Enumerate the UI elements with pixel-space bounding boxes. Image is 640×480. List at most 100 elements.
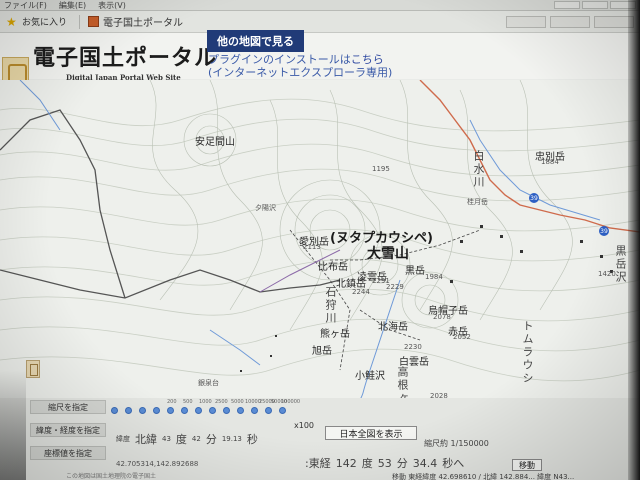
attribution-note: この地図は国土地理院の電子国土	[66, 473, 157, 480]
plugin-install-note: プラグインのインストールはこちら (インターネットエクスプローラ専用)	[208, 53, 392, 79]
second-goto-label: 秒へ	[442, 457, 465, 470]
page-title: 電子国土ポータル	[33, 46, 218, 71]
photo-shadow	[0, 370, 26, 480]
scale-step[interactable]	[181, 407, 188, 414]
latlon-input-row: 緯度 北緯 43 度 42 分 19.13 秒	[116, 431, 258, 447]
elevation-label: 2052	[453, 333, 471, 341]
move-button[interactable]: 移動	[512, 459, 542, 471]
show-japan-button[interactable]: 日本全図を表示	[325, 426, 417, 440]
map-label-place: 黒岳沢	[614, 245, 627, 284]
coord-prefix: 緯度	[116, 435, 130, 443]
map-label-peak: 比布岳	[318, 262, 348, 273]
elevation-label: 2078	[433, 313, 451, 321]
scale-step[interactable]	[111, 407, 118, 414]
minute-label: 分	[205, 433, 217, 446]
map-label-river: 小鮭沢	[355, 371, 385, 382]
map-label-peak: 黒岳	[405, 266, 425, 277]
lat-minute-input[interactable]: 42	[192, 435, 201, 443]
favorites-label[interactable]: お気に入り	[22, 15, 67, 28]
elevation-label: 2244	[352, 288, 370, 296]
lon-second-input[interactable]: 34.4	[413, 457, 438, 470]
latlon-setting-label: 緯度・経度を指定	[30, 423, 106, 437]
toolbar-button[interactable]	[506, 15, 546, 28]
scale-mark: 500	[183, 399, 193, 405]
scale-mark: 200	[167, 399, 177, 405]
toolbar-buttons	[506, 15, 634, 28]
map-label-peak: 安足間山	[195, 137, 235, 148]
degree-label: 度	[175, 433, 187, 446]
menu-file[interactable]: ファイル(F)	[4, 0, 47, 11]
scale-step[interactable]	[223, 407, 230, 414]
map-label-place: 夕陽沢	[255, 204, 276, 212]
degree-label: 度	[361, 457, 373, 470]
scale-setting-label: 縮尺を指定	[30, 400, 106, 414]
elevation-label: 1420	[598, 270, 616, 278]
status-note: 移動 東経緯度 42.698610 / 北緯 142.884... 緯度 N43…	[392, 473, 575, 480]
separator	[79, 14, 81, 29]
elevation-label: 1884	[541, 158, 559, 166]
favorites-star-icon[interactable]: ★	[6, 16, 18, 28]
elevation-label: 1984	[425, 273, 443, 281]
decimal-coordinates: 42.705314,142.892688	[116, 460, 199, 468]
scale-step[interactable]	[195, 407, 202, 414]
scale-slider[interactable]: 200 500 1000 2500 5000 10000 25000 50000…	[111, 399, 300, 416]
browser-window: ファイル(F) 編集(E) 表示(V) ★ お気に入り 電子国土ポータル 電子国…	[0, 0, 640, 480]
browser-tab-title[interactable]: 電子国土ポータル	[103, 14, 183, 29]
lat-degree-input[interactable]: 43	[162, 435, 171, 443]
lon-input-row: :東経 142 度 53 分 34.4 秒へ	[305, 455, 464, 471]
plugin-note-browser: (インターネットエクスプローラ専用)	[208, 66, 393, 79]
map-label-river: 白水川	[472, 150, 485, 189]
map-label-river: 石狩川	[324, 286, 337, 325]
scale-readout: 縮尺約 1/150000	[424, 439, 489, 448]
scale-mark: 5000	[231, 399, 244, 405]
plugin-note-text: プラグインのインストールは	[208, 53, 351, 66]
scale-mark: 1000	[199, 399, 212, 405]
scale-step[interactable]	[167, 407, 174, 414]
east-label: :東経	[305, 457, 331, 470]
lon-minute-input[interactable]: 53	[378, 457, 392, 470]
scale-step[interactable]	[125, 407, 132, 414]
elevation-label: 2230	[404, 343, 422, 351]
lat-second-input[interactable]: 19.13	[222, 435, 242, 443]
menu-edit[interactable]: 編集(E)	[59, 0, 86, 11]
menu-bar: ファイル(F) 編集(E) 表示(V)	[0, 0, 640, 11]
map-label-place: トムラウシ	[521, 320, 534, 385]
scale-mark: 100000	[281, 399, 301, 405]
scale-step[interactable]	[209, 407, 216, 414]
elevation-label: 1195	[372, 165, 390, 173]
map-label-peak: 熊ヶ岳	[320, 329, 350, 340]
minute-label: 分	[396, 457, 408, 470]
scale-step[interactable]	[153, 407, 160, 414]
coordinate-setting-label: 座標値を指定	[30, 446, 106, 460]
scale-step[interactable]	[139, 407, 146, 414]
map-label-peak: 北海岳	[378, 322, 408, 333]
scale-step[interactable]	[265, 407, 272, 414]
route-number-badge: 39	[599, 226, 609, 236]
scale-step[interactable]	[279, 407, 286, 414]
plugin-install-link[interactable]: こちら	[351, 53, 384, 66]
menu-view[interactable]: 表示(V)	[98, 0, 126, 11]
window-control[interactable]	[582, 1, 608, 9]
topographic-map[interactable]: 安足間山 夕陽沢 愛別岳 (ヌタプカウシペ) 大雪山 比布岳 凌雲岳 北鎮岳 黒…	[0, 80, 640, 418]
map-label-peak: 旭岳	[312, 346, 332, 357]
other-maps-button[interactable]: 他の地図で見る	[207, 30, 304, 52]
scale-mark: 2500	[215, 399, 228, 405]
map-label-place: 銀泉台	[198, 379, 219, 387]
window-control[interactable]	[554, 1, 580, 9]
site-favicon-icon	[88, 16, 100, 27]
second-label: 秒	[246, 433, 258, 446]
elevation-label: 2229	[386, 283, 404, 291]
map-stamp-icon	[26, 360, 40, 378]
map-label-place: 桂月岳	[467, 198, 488, 206]
elevation-label: 2113	[303, 243, 321, 251]
scale-step[interactable]	[237, 407, 244, 414]
scale-multiplier: x100	[294, 421, 315, 430]
menu-right-controls	[554, 1, 636, 9]
lon-degree-input[interactable]: 142	[336, 457, 357, 470]
monitor-bezel	[628, 0, 640, 480]
scale-step[interactable]	[251, 407, 258, 414]
toolbar-button[interactable]	[550, 15, 590, 28]
favorites-bar: ★ お気に入り 電子国土ポータル	[0, 11, 640, 33]
route-number-badge: 39	[529, 193, 539, 203]
map-label-daisen: 大雪山	[367, 246, 409, 262]
